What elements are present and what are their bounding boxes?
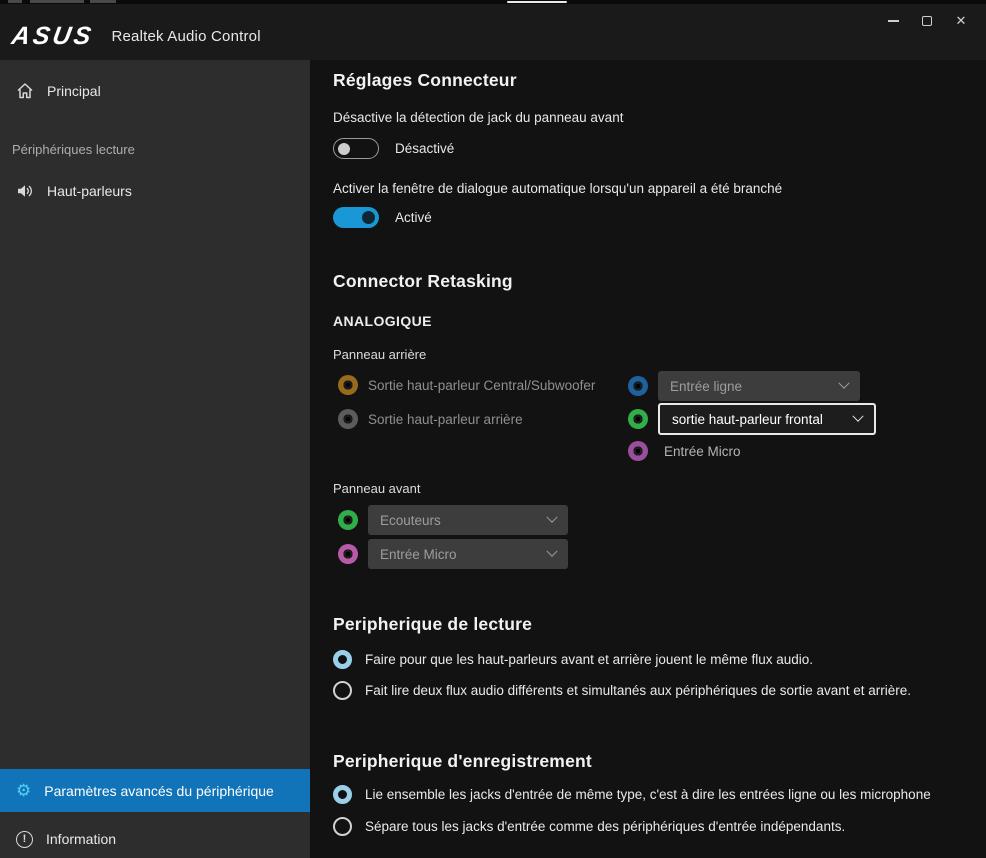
info-icon: !: [16, 831, 33, 848]
chevron-down-icon: [838, 378, 849, 389]
dropdown-value: Entrée ligne: [670, 379, 742, 394]
toggle-knob: [362, 211, 375, 224]
window-controls: ✕: [876, 8, 978, 34]
pink-jack-icon: [338, 544, 358, 564]
sidebar-item-label: Information: [46, 831, 116, 847]
maximize-icon: [922, 16, 932, 26]
dropdown-value: Entrée Micro: [380, 547, 457, 562]
titlebar: ASUS Realtek Audio Control ✕: [0, 4, 986, 60]
connector-settings-heading: Réglages Connecteur: [333, 70, 517, 91]
auto-popup-state: Activé: [395, 210, 432, 225]
rear-right-row-line-in: Entrée ligne: [628, 371, 860, 401]
jack-label: Sortie haut-parleur arrière: [368, 412, 523, 427]
green-jack-icon: [628, 409, 648, 429]
analog-subheading: ANALOGIQUE: [333, 313, 432, 329]
toggle-knob: [338, 143, 350, 155]
sidebar-item-information[interactable]: ! Information: [0, 821, 310, 857]
rear-right-row-front-speaker: sortie haut-parleur frontal: [628, 403, 876, 435]
background-remnant: [30, 0, 84, 3]
brand-area: ASUS Realtek Audio Control: [12, 22, 261, 51]
gear-icon: ⚙: [16, 782, 31, 799]
sidebar: Principal Périphériques lecture Haut-par…: [0, 60, 310, 858]
rear-left-row-center-subwoofer: Sortie haut-parleur Central/Subwoofer: [338, 375, 595, 395]
rear-panel-retasking: Sortie haut-parleur Central/Subwoofer En…: [333, 371, 986, 471]
front-row-mic-in: Entrée Micro: [338, 539, 568, 569]
screen: ASUS Realtek Audio Control ✕ Principal P…: [0, 0, 986, 858]
close-button[interactable]: ✕: [944, 8, 978, 34]
background-remnant: [90, 0, 116, 3]
recording-option-tie-jacks[interactable]: Lie ensemble les jacks d'entrée de même …: [333, 785, 931, 804]
auto-popup-label: Activer la fenêtre de dialogue automatiq…: [333, 181, 782, 196]
playback-option-same-stream[interactable]: Faire pour que les haut-parleurs avant e…: [333, 650, 813, 669]
blue-jack-icon: [628, 376, 648, 396]
connector-retasking-heading: Connector Retasking: [333, 271, 513, 292]
line-in-dropdown[interactable]: Entrée ligne: [658, 371, 860, 401]
sidebar-item-label: Haut-parleurs: [47, 183, 132, 199]
jack-label: Sortie haut-parleur Central/Subwoofer: [368, 378, 595, 393]
recording-option-separate-jacks[interactable]: Sépare tous les jacks d'entrée comme des…: [333, 817, 845, 836]
green-jack-icon: [338, 510, 358, 530]
radio-button-unselected[interactable]: [333, 817, 352, 836]
sidebar-item-principal[interactable]: Principal: [0, 76, 310, 106]
dropdown-value: Ecouteurs: [380, 513, 441, 528]
home-icon: [16, 82, 34, 100]
purple-jack-icon: [628, 441, 648, 461]
rear-panel-label: Panneau arrière: [333, 347, 426, 362]
recording-device-heading: Peripherique d'enregistrement: [333, 751, 592, 772]
headphones-dropdown[interactable]: Ecouteurs: [368, 505, 568, 535]
jack-detection-toggle[interactable]: [333, 138, 379, 159]
front-row-headphones: Ecouteurs: [338, 505, 568, 535]
minimize-button[interactable]: [876, 8, 910, 34]
rear-left-row-rear-speaker: Sortie haut-parleur arrière: [338, 409, 523, 429]
radio-button-selected[interactable]: [333, 650, 352, 669]
mic-in-label: Entrée Micro: [664, 444, 741, 459]
jack-detection-state: Désactivé: [395, 141, 454, 156]
minimize-icon: [888, 20, 899, 22]
main-content: Réglages Connecteur Désactive la détecti…: [310, 60, 986, 858]
background-remnant: [8, 0, 22, 3]
app-window: ASUS Realtek Audio Control ✕ Principal P…: [0, 4, 986, 858]
speaker-icon: [16, 182, 34, 200]
sidebar-section-playback-devices: Périphériques lecture: [12, 142, 135, 157]
sidebar-item-speakers[interactable]: Haut-parleurs: [0, 176, 310, 206]
playback-device-heading: Peripherique de lecture: [333, 614, 532, 635]
chevron-down-icon: [546, 546, 557, 557]
sidebar-item-advanced-device-settings[interactable]: ⚙ Paramètres avancés du périphérique: [0, 769, 310, 812]
app-title: Realtek Audio Control: [111, 28, 260, 45]
playback-option-different-streams[interactable]: Fait lire deux flux audio différents et …: [333, 681, 911, 700]
asus-logo: ASUS: [9, 22, 96, 51]
auto-popup-toggle[interactable]: [333, 207, 379, 228]
radio-label: Fait lire deux flux audio différents et …: [365, 683, 911, 698]
sidebar-item-label: Principal: [47, 83, 101, 99]
radio-label: Sépare tous les jacks d'entrée comme des…: [365, 819, 845, 834]
front-panel-retasking: Ecouteurs Entrée Micro: [333, 505, 733, 575]
radio-label: Lie ensemble les jacks d'entrée de même …: [365, 787, 931, 802]
dropdown-value: sortie haut-parleur frontal: [672, 412, 823, 427]
chevron-down-icon: [546, 512, 557, 523]
front-mic-dropdown[interactable]: Entrée Micro: [368, 539, 568, 569]
sidebar-item-label: Paramètres avancés du périphérique: [44, 783, 274, 799]
background-tab-indicator: [507, 1, 567, 3]
chevron-down-icon: [852, 411, 863, 422]
front-speaker-out-dropdown[interactable]: sortie haut-parleur frontal: [658, 403, 876, 435]
close-icon: ✕: [956, 13, 967, 29]
maximize-button[interactable]: [910, 8, 944, 34]
front-panel-label: Panneau avant: [333, 481, 420, 496]
jack-detection-label: Désactive la détection de jack du pannea…: [333, 110, 623, 125]
rear-right-row-mic-in: Entrée Micro: [628, 441, 741, 461]
radio-button-unselected[interactable]: [333, 681, 352, 700]
gray-jack-icon: [338, 409, 358, 429]
radio-label: Faire pour que les haut-parleurs avant e…: [365, 652, 813, 667]
orange-jack-icon: [338, 375, 358, 395]
radio-button-selected[interactable]: [333, 785, 352, 804]
